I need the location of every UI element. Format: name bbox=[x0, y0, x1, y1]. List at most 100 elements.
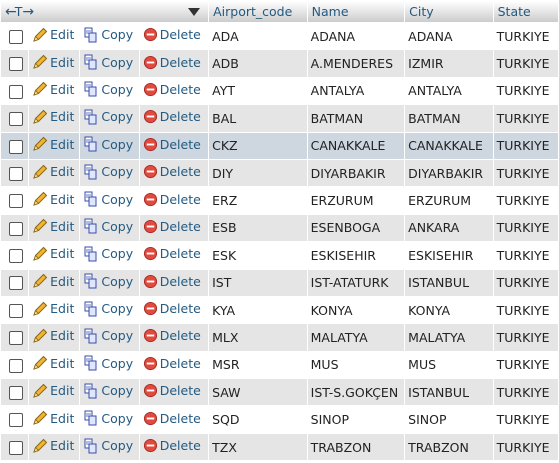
cell-airport-code[interactable]: SAW bbox=[209, 379, 307, 406]
cell-state[interactable]: TURKIYE bbox=[493, 406, 558, 433]
cell-airport-code[interactable]: ADA bbox=[209, 23, 307, 50]
cell-airport-code[interactable]: MLX bbox=[209, 324, 307, 351]
delete-button[interactable]: Delete bbox=[143, 109, 201, 124]
edit-button[interactable]: Edit bbox=[32, 164, 74, 180]
cell-name[interactable]: MUS bbox=[307, 351, 405, 379]
edit-button[interactable]: Edit bbox=[32, 218, 74, 234]
delete-button[interactable]: Delete bbox=[143, 27, 201, 42]
cell-airport-code[interactable]: CKZ bbox=[209, 132, 307, 159]
cell-name[interactable]: ESKISEHIR bbox=[307, 242, 405, 269]
cell-name[interactable]: SINOP bbox=[307, 406, 405, 433]
arrow-right-icon[interactable]: → bbox=[22, 4, 34, 20]
cell-name[interactable]: ADANA bbox=[307, 23, 405, 50]
cell-city[interactable]: CANAKKALE bbox=[405, 132, 493, 159]
cell-airport-code[interactable]: ESK bbox=[209, 242, 307, 269]
cell-name[interactable]: TRABZON bbox=[307, 433, 405, 461]
cell-city[interactable]: ANKARA bbox=[405, 214, 493, 242]
delete-button[interactable]: Delete bbox=[143, 274, 201, 289]
cell-name[interactable]: BATMAN bbox=[307, 105, 405, 132]
row-checkbox[interactable] bbox=[9, 413, 23, 428]
row-checkbox[interactable] bbox=[9, 303, 23, 318]
cell-airport-code[interactable]: ESB bbox=[209, 214, 307, 242]
cell-airport-code[interactable]: DIY bbox=[209, 159, 307, 187]
cell-city[interactable]: IZMIR bbox=[405, 50, 493, 77]
cell-state[interactable]: TURKIYE bbox=[493, 23, 558, 50]
edit-button[interactable]: Edit bbox=[32, 81, 74, 97]
row-checkbox[interactable] bbox=[9, 139, 23, 154]
edit-button[interactable]: Edit bbox=[32, 355, 74, 371]
edit-button[interactable]: Edit bbox=[32, 410, 74, 426]
column-nav[interactable]: ←T→ bbox=[5, 4, 34, 20]
row-checkbox[interactable] bbox=[9, 358, 23, 373]
cell-name[interactable]: MALATYA bbox=[307, 324, 405, 351]
column-header-name[interactable]: Name bbox=[307, 1, 405, 22]
cell-city[interactable]: ISTANBUL bbox=[405, 269, 493, 296]
delete-button[interactable]: Delete bbox=[143, 328, 201, 343]
copy-button[interactable]: Copy bbox=[83, 54, 133, 70]
delete-button[interactable]: Delete bbox=[143, 164, 201, 179]
row-checkbox[interactable] bbox=[9, 166, 23, 181]
row-checkbox[interactable] bbox=[9, 276, 23, 291]
delete-button[interactable]: Delete bbox=[143, 383, 201, 398]
cell-name[interactable]: CANAKKALE bbox=[307, 132, 405, 159]
cell-city[interactable]: SINOP bbox=[405, 406, 493, 433]
cell-city[interactable]: ESKISEHIR bbox=[405, 242, 493, 269]
column-header-city[interactable]: City bbox=[405, 1, 493, 22]
edit-button[interactable]: Edit bbox=[32, 54, 74, 70]
row-checkbox[interactable] bbox=[9, 112, 23, 127]
copy-button[interactable]: Copy bbox=[83, 136, 133, 152]
arrow-left-icon[interactable]: ← bbox=[5, 4, 17, 20]
copy-button[interactable]: Copy bbox=[83, 81, 133, 97]
edit-button[interactable]: Edit bbox=[32, 27, 74, 43]
cell-airport-code[interactable]: SQD bbox=[209, 406, 307, 433]
delete-button[interactable]: Delete bbox=[143, 438, 201, 453]
copy-button[interactable]: Copy bbox=[83, 438, 133, 454]
delete-button[interactable]: Delete bbox=[143, 246, 201, 261]
cell-city[interactable]: TRABZON bbox=[405, 433, 493, 461]
cell-state[interactable]: TURKIYE bbox=[493, 159, 558, 187]
edit-button[interactable]: Edit bbox=[32, 191, 74, 207]
cell-city[interactable]: KONYA bbox=[405, 296, 493, 324]
cell-airport-code[interactable]: AYT bbox=[209, 77, 307, 105]
copy-button[interactable]: Copy bbox=[83, 164, 133, 180]
cell-city[interactable]: ANTALYA bbox=[405, 77, 493, 105]
options-dropdown-icon[interactable] bbox=[188, 7, 201, 16]
edit-button[interactable]: Edit bbox=[32, 383, 74, 399]
cell-state[interactable]: TURKIYE bbox=[493, 351, 558, 379]
copy-button[interactable]: Copy bbox=[83, 246, 133, 262]
cell-state[interactable]: TURKIYE bbox=[493, 379, 558, 406]
delete-button[interactable]: Delete bbox=[143, 82, 201, 97]
row-checkbox[interactable] bbox=[9, 194, 23, 209]
cell-name[interactable]: ANTALYA bbox=[307, 77, 405, 105]
row-checkbox[interactable] bbox=[9, 29, 23, 44]
cell-airport-code[interactable]: BAL bbox=[209, 105, 307, 132]
copy-button[interactable]: Copy bbox=[83, 191, 133, 207]
cell-name[interactable]: ERZURUM bbox=[307, 187, 405, 214]
delete-button[interactable]: Delete bbox=[143, 55, 201, 70]
cell-city[interactable]: ADANA bbox=[405, 23, 493, 50]
cell-airport-code[interactable]: ADB bbox=[209, 50, 307, 77]
cell-state[interactable]: TURKIYE bbox=[493, 50, 558, 77]
row-checkbox[interactable] bbox=[9, 386, 23, 401]
cell-city[interactable]: MUS bbox=[405, 351, 493, 379]
copy-button[interactable]: Copy bbox=[83, 383, 133, 399]
cell-name[interactable]: IST-S.GOKÇEN bbox=[307, 379, 405, 406]
cell-state[interactable]: TURKIYE bbox=[493, 433, 558, 461]
cell-state[interactable]: TURKIYE bbox=[493, 214, 558, 242]
cell-airport-code[interactable]: ERZ bbox=[209, 187, 307, 214]
copy-button[interactable]: Copy bbox=[83, 355, 133, 371]
edit-button[interactable]: Edit bbox=[32, 246, 74, 262]
row-checkbox[interactable] bbox=[9, 57, 23, 72]
copy-button[interactable]: Copy bbox=[83, 109, 133, 125]
cell-city[interactable]: MALATYA bbox=[405, 324, 493, 351]
delete-button[interactable]: Delete bbox=[143, 356, 201, 371]
cell-name[interactable]: DIYARBAKIR bbox=[307, 159, 405, 187]
cell-city[interactable]: BATMAN bbox=[405, 105, 493, 132]
edit-button[interactable]: Edit bbox=[32, 438, 74, 454]
row-checkbox[interactable] bbox=[9, 249, 23, 264]
cell-city[interactable]: DIYARBAKIR bbox=[405, 159, 493, 187]
cell-airport-code[interactable]: MSR bbox=[209, 351, 307, 379]
edit-button[interactable]: Edit bbox=[32, 109, 74, 125]
cell-city[interactable]: ISTANBUL bbox=[405, 379, 493, 406]
edit-button[interactable]: Edit bbox=[32, 273, 74, 289]
